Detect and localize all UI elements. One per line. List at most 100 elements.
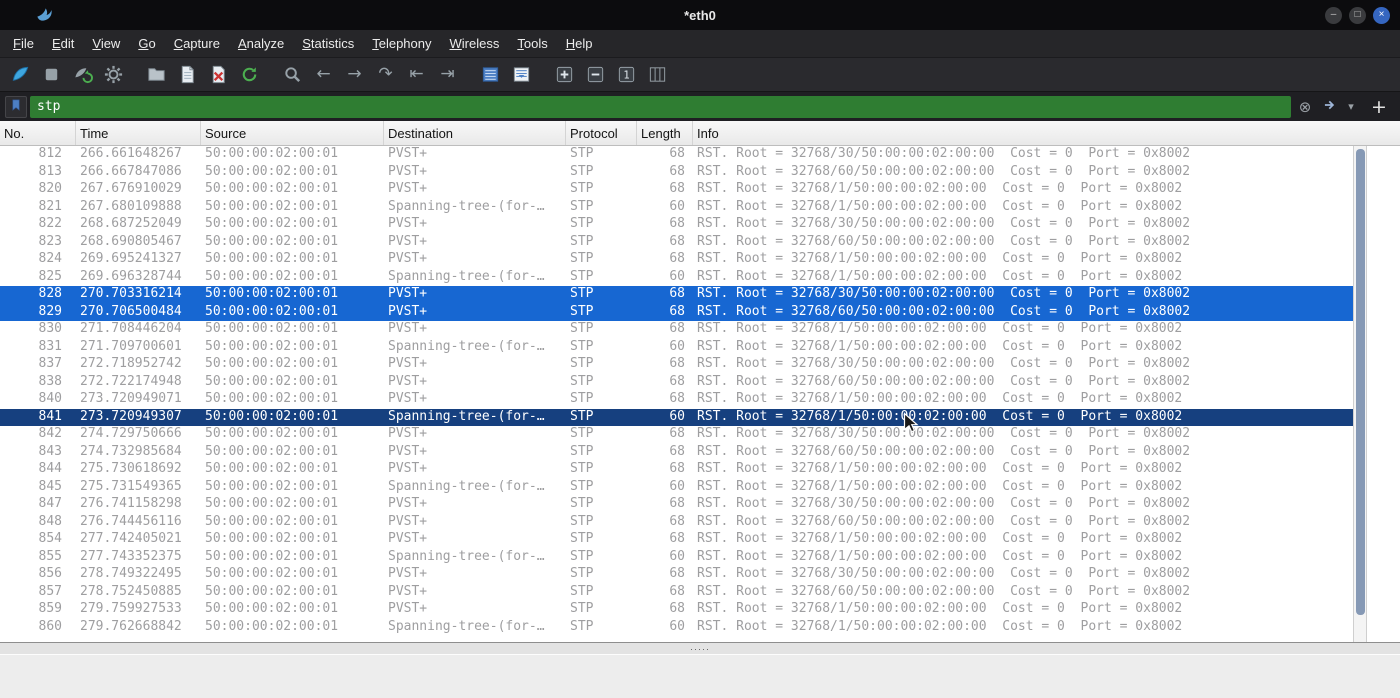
apply-filter-button[interactable] xyxy=(1319,96,1341,118)
title-bar[interactable]: *eth0 – □ × xyxy=(0,0,1400,30)
packet-row[interactable]: 812 266.661648267 50:00:00:02:00:01 PVST+ ST… xyxy=(0,146,1353,164)
cell-length: 60 xyxy=(669,548,685,564)
menu-item-analyze[interactable]: Analyze xyxy=(229,30,293,57)
cell-destination: Spanning-tree-(for-… xyxy=(388,548,545,564)
packet-row[interactable]: 848 276.744456116 50:00:00:02:00:01 PVST+ ST… xyxy=(0,514,1353,532)
colorize-packets-button[interactable] xyxy=(476,61,505,88)
resize-columns-button[interactable] xyxy=(643,61,672,88)
column-header-destination[interactable]: Destination xyxy=(384,121,566,145)
packet-row[interactable]: 840 273.720949071 50:00:00:02:00:01 PVST+ ST… xyxy=(0,391,1353,409)
cell-no: 840 xyxy=(38,391,62,406)
menu-item-wireless[interactable]: Wireless xyxy=(441,30,509,57)
column-header-length[interactable]: Length xyxy=(637,121,693,145)
vertical-scrollbar[interactable] xyxy=(1353,146,1367,642)
packet-row[interactable]: 845 275.731549365 50:00:00:02:00:01 Spannin… xyxy=(0,479,1353,497)
column-header-time[interactable]: Time xyxy=(76,121,201,145)
zoom-out-button[interactable] xyxy=(581,61,610,88)
menu-item-go[interactable]: Go xyxy=(129,30,164,57)
cell-info: RST. Root = 32768/60/50:00:00:02:00:00 C… xyxy=(697,303,1191,319)
menu-item-telephony[interactable]: Telephony xyxy=(363,30,440,57)
scrollbar-thumb[interactable] xyxy=(1356,149,1365,616)
packet-row[interactable]: 860 279.762668842 50:00:00:02:00:01 Spannin… xyxy=(0,619,1353,637)
pane-splitter[interactable]: ····· xyxy=(0,642,1400,654)
capture-options-button[interactable] xyxy=(99,61,128,88)
packet-row[interactable]: 825 269.696328744 50:00:00:02:00:01 Spannin… xyxy=(0,269,1353,287)
menu-item-statistics[interactable]: Statistics xyxy=(293,30,363,57)
menu-item-help[interactable]: Help xyxy=(557,30,602,57)
display-filter-input[interactable] xyxy=(37,99,1284,114)
restart-capture-button[interactable] xyxy=(68,61,97,88)
cell-no: 841 xyxy=(38,408,62,424)
column-header-protocol[interactable]: Protocol xyxy=(566,121,637,145)
cell-info: RST. Root = 32768/1/50:00:00:02:00:00 Co… xyxy=(697,548,1183,564)
add-filter-button[interactable]: + xyxy=(1367,96,1391,118)
menu-item-capture[interactable]: Capture xyxy=(165,30,229,57)
packet-row[interactable]: 843 274.732985684 50:00:00:02:00:01 PVST+ ST… xyxy=(0,444,1353,462)
filter-dropdown-button[interactable]: ▾ xyxy=(1344,96,1358,118)
go-last-packet-button[interactable]: ⇥ xyxy=(433,61,462,88)
menu-item-view[interactable]: View xyxy=(83,30,129,57)
clear-filter-button[interactable]: ⊗ xyxy=(1294,96,1316,118)
packet-row[interactable]: 838 272.722174948 50:00:00:02:00:01 PVST+ ST… xyxy=(0,374,1353,392)
cell-source: 50:00:00:02:00:01 xyxy=(205,618,339,634)
maximize-button[interactable]: □ xyxy=(1349,6,1366,24)
filter-bookmark-button[interactable] xyxy=(5,95,27,118)
packet-row[interactable]: 842 274.729750666 50:00:00:02:00:01 PVST+ ST… xyxy=(0,426,1353,444)
cell-protocol: STP xyxy=(570,531,594,546)
save-capture-file-button[interactable] xyxy=(173,61,202,88)
packet-row[interactable]: 830 271.708446204 50:00:00:02:00:01 PVST+ ST… xyxy=(0,321,1353,339)
cell-destination: PVST+ xyxy=(388,531,428,546)
cell-protocol: STP xyxy=(570,408,594,424)
packet-row[interactable]: 855 277.743352375 50:00:00:02:00:01 Spannin… xyxy=(0,549,1353,567)
cell-time: 273.720949307 xyxy=(80,408,182,424)
start-capture-button[interactable] xyxy=(6,61,35,88)
packet-row[interactable]: 821 267.680109888 50:00:00:02:00:01 Spannin… xyxy=(0,199,1353,217)
reload-capture-file-button[interactable] xyxy=(235,61,264,88)
cell-time: 278.749322495 xyxy=(80,566,182,581)
packet-row[interactable]: 828 270.703316214 50:00:00:02:00:01 PVST+ ST… xyxy=(0,286,1353,304)
cell-no: 828 xyxy=(38,286,62,301)
column-header-source[interactable]: Source xyxy=(201,121,384,145)
packet-row[interactable]: 831 271.709700601 50:00:00:02:00:01 Spannin… xyxy=(0,339,1353,357)
cell-time: 274.729750666 xyxy=(80,426,182,441)
cell-source: 50:00:00:02:00:01 xyxy=(205,391,339,406)
packet-row[interactable]: 823 268.690805467 50:00:00:02:00:01 PVST+ ST… xyxy=(0,234,1353,252)
display-filter-field[interactable] xyxy=(30,95,1291,118)
zoom-in-button[interactable] xyxy=(550,61,579,88)
packet-row[interactable]: 857 278.752450885 50:00:00:02:00:01 PVST+ ST… xyxy=(0,584,1353,602)
packet-row[interactable]: 841 273.720949307 50:00:00:02:00:01 Spannin… xyxy=(0,408,1353,426)
packet-row[interactable]: 829 270.706500484 50:00:00:02:00:01 PVST+ ST… xyxy=(0,303,1353,321)
column-header-no[interactable]: No. xyxy=(0,121,76,145)
menu-item-file[interactable]: File xyxy=(4,30,43,57)
save-capture-file-icon xyxy=(177,64,198,85)
go-to-packet-button[interactable]: ↷ xyxy=(371,61,400,88)
packet-row[interactable]: 847 276.741158298 50:00:00:02:00:01 PVST+ ST… xyxy=(0,496,1353,514)
column-header-info[interactable]: Info xyxy=(693,121,1400,145)
packet-row[interactable]: 859 279.759927533 50:00:00:02:00:01 PVST+ ST… xyxy=(0,601,1353,619)
stop-capture-button[interactable] xyxy=(37,61,66,88)
packet-row[interactable]: 854 277.742405021 50:00:00:02:00:01 PVST+ ST… xyxy=(0,531,1353,549)
go-first-packet-button[interactable]: ⇤ xyxy=(402,61,431,88)
go-back-button[interactable]: ← xyxy=(309,61,338,88)
open-capture-file-button[interactable] xyxy=(142,61,171,88)
auto-scroll-button[interactable] xyxy=(507,61,536,88)
close-capture-file-button[interactable] xyxy=(204,61,233,88)
packet-row[interactable]: 822 268.687252049 50:00:00:02:00:01 PVST+ ST… xyxy=(0,216,1353,234)
go-forward-button[interactable]: → xyxy=(340,61,369,88)
toolbar-separator xyxy=(265,58,277,91)
packet-row[interactable]: 813 266.667847086 50:00:00:02:00:01 PVST+ ST… xyxy=(0,164,1353,182)
cell-destination: PVST+ xyxy=(388,286,428,301)
packet-row[interactable]: 820 267.676910029 50:00:00:02:00:01 PVST+ ST… xyxy=(0,181,1353,199)
cell-time: 267.680109888 xyxy=(80,198,182,214)
menu-item-edit[interactable]: Edit xyxy=(43,30,83,57)
minimize-button[interactable]: – xyxy=(1325,6,1342,24)
find-packet-button[interactable] xyxy=(278,61,307,88)
packet-row[interactable]: 844 275.730618692 50:00:00:02:00:01 PVST+ ST… xyxy=(0,461,1353,479)
packet-row[interactable]: 856 278.749322495 50:00:00:02:00:01 PVST+ ST… xyxy=(0,566,1353,584)
zoom-original-button[interactable]: 1 xyxy=(612,61,641,88)
cell-protocol: STP xyxy=(570,548,594,564)
menu-item-tools[interactable]: Tools xyxy=(508,30,556,57)
close-button[interactable]: × xyxy=(1373,6,1390,24)
packet-row[interactable]: 824 269.695241327 50:00:00:02:00:01 PVST+ ST… xyxy=(0,251,1353,269)
packet-row[interactable]: 837 272.718952742 50:00:00:02:00:01 PVST+ ST… xyxy=(0,356,1353,374)
